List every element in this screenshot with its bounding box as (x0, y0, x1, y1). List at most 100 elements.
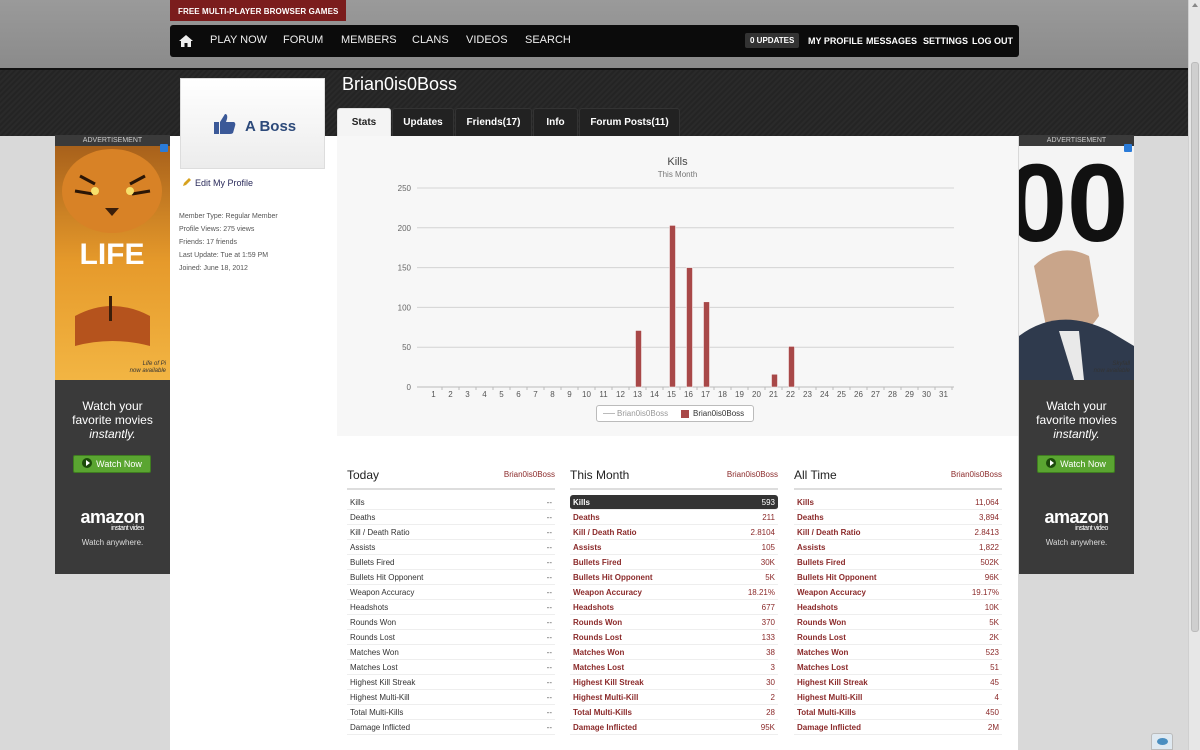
skyfall-poster[interactable]: 00 (1019, 146, 1134, 380)
stat-label: Kills (797, 498, 814, 507)
stat-value: 211 (762, 513, 775, 522)
stat-label: Bullets Hit Opponent (573, 573, 653, 582)
tab-info[interactable]: Info (533, 108, 578, 136)
amazon-logo[interactable]: amazon instant video (1019, 507, 1134, 532)
nav-forum[interactable]: FORUM (283, 25, 323, 57)
stat-value: -- (546, 618, 552, 627)
ad-info-icon[interactable] (1124, 144, 1132, 152)
x-tick-label: 3 (465, 390, 470, 399)
stat-row: Rounds Lost 2K (794, 630, 1002, 645)
stats-today-user[interactable]: Brian0is0Boss (504, 470, 555, 479)
stats-alltime-header: All Time Brian0is0Boss (794, 464, 1002, 490)
friends-count: Friends: 17 friends (179, 239, 237, 246)
ad-caption: Life of Pi now available (130, 361, 166, 375)
stat-label: Bullets Fired (797, 558, 846, 567)
x-tick-label: 7 (533, 390, 538, 399)
x-tick-label: 8 (550, 390, 555, 399)
legend-swatch-2 (681, 410, 689, 418)
ad-watch-line2: favorite movies (72, 413, 153, 427)
edit-profile-link[interactable]: Edit My Profile (182, 177, 253, 188)
home-icon[interactable] (178, 33, 194, 49)
tab-updates[interactable]: Updates (392, 108, 454, 136)
stat-row: Kill / Death Ratio 2.8413 (794, 525, 1002, 540)
scroll-up-icon[interactable] (1192, 3, 1198, 7)
stat-value: 30 (766, 678, 775, 687)
ad-tagline: Watch your favorite movies instantly. (1019, 399, 1134, 441)
legend-item-1[interactable]: Brian0is0Boss (617, 406, 668, 421)
stats-alltime-title: All Time (794, 468, 837, 482)
stat-value: -- (546, 558, 552, 567)
stats-month: This Month Brian0is0Boss Kills 593 Deaths 2… (570, 464, 778, 735)
stat-value: -- (546, 513, 552, 522)
updates-badge[interactable]: 0 UPDATES (745, 33, 800, 48)
nav-settings[interactable]: SETTINGS (923, 25, 968, 57)
nav-play-now[interactable]: PLAY NOW (210, 25, 267, 57)
stat-label: Headshots (573, 603, 614, 612)
stats-alltime-user[interactable]: Brian0is0Boss (951, 470, 1002, 479)
avatar[interactable]: A Boss (180, 78, 325, 169)
tab-stats[interactable]: Stats (337, 108, 391, 136)
x-tick-label: 20 (752, 390, 761, 399)
vertical-scrollbar[interactable] (1188, 0, 1200, 750)
stat-value: 19.17% (971, 588, 999, 597)
stat-row: Weapon Accuracy 18.21% (570, 585, 778, 600)
stat-label: Kills (350, 498, 365, 507)
ad-watch-line2: favorite movies (1036, 413, 1117, 427)
x-tick-label: 1 (431, 390, 436, 399)
stat-value: 1,822 (978, 543, 999, 552)
ad-info-icon[interactable] (160, 144, 168, 152)
stat-label: Damage Inflicted (350, 723, 411, 732)
stat-row: Weapon Accuracy 19.17% (794, 585, 1002, 600)
stats-month-user[interactable]: Brian0is0Boss (727, 470, 778, 479)
scrollbar-thumb[interactable] (1191, 62, 1199, 632)
nav-videos[interactable]: VIDEOS (466, 25, 508, 57)
site-tagline[interactable]: FREE MULTI-PLAYER BROWSER GAMES (170, 0, 347, 21)
stat-row: Highest Multi-Kill 4 (794, 690, 1002, 705)
bar (703, 301, 710, 388)
profile-views: Profile Views: 275 views (179, 226, 255, 233)
stat-row: Matches Won 523 (794, 645, 1002, 660)
right-advertisement[interactable]: ADVERTISEMENT 00 Skyfall now available Wa… (1019, 135, 1134, 574)
nav-messages[interactable]: MESSAGES (866, 25, 917, 57)
stat-label: Weapon Accuracy (350, 588, 415, 597)
stat-row: Deaths 211 (570, 510, 778, 525)
nav-members[interactable]: MEMBERS (341, 25, 397, 57)
stat-value: 133 (761, 633, 775, 642)
stat-value: -- (546, 693, 552, 702)
nav-my-profile[interactable]: MY PROFILE (808, 25, 863, 57)
stat-row: Rounds Won 370 (570, 615, 778, 630)
stat-label: Rounds Lost (797, 633, 846, 642)
left-advertisement[interactable]: ADVERTISEMENT LIFE Life of Pi now availab… (55, 135, 170, 574)
stat-value: -- (546, 528, 552, 537)
x-tick-label: 15 (667, 390, 676, 399)
stat-value: 51 (990, 663, 999, 672)
stat-value: 3 (770, 663, 775, 672)
life-of-pi-poster[interactable]: LIFE (55, 146, 170, 380)
stat-label: Highest Multi-Kill (350, 693, 410, 702)
nav-clans[interactable]: CLANS (412, 25, 449, 57)
stats-alltime: All Time Brian0is0Boss Kills 11,064 Deaths… (794, 464, 1002, 735)
stat-label: Total Multi-Kills (573, 708, 632, 717)
stat-value: 96K (984, 573, 999, 582)
tab-forum-posts[interactable]: Forum Posts(11) (579, 108, 680, 136)
stat-value: -- (546, 723, 552, 732)
nav-log-out[interactable]: LOG OUT (972, 25, 1013, 57)
watch-now-button[interactable]: Watch Now (1037, 455, 1115, 473)
chart-legend: Brian0is0Boss Brian0is0Boss (596, 405, 754, 422)
stat-row: Kills 11,064 (794, 495, 1002, 510)
amazon-logo[interactable]: amazon instant video (55, 507, 170, 532)
stat-value: -- (546, 498, 552, 507)
stat-row: Damage Inflicted 95K (570, 720, 778, 735)
tab-friends[interactable]: Friends(17) (455, 108, 532, 136)
legend-item-2[interactable]: Brian0is0Boss (693, 406, 744, 421)
stat-label: Damage Inflicted (573, 723, 638, 732)
stat-row: Highest Kill Streak -- (347, 675, 555, 690)
stat-label: Assists (573, 543, 602, 552)
stat-row: Bullets Hit Opponent 5K (570, 570, 778, 585)
stat-row: Matches Lost 3 (570, 660, 778, 675)
nav-search[interactable]: SEARCH (525, 25, 571, 57)
stat-value: 2 (770, 693, 775, 702)
watch-now-button[interactable]: Watch Now (73, 455, 151, 473)
chat-icon[interactable] (1151, 733, 1173, 750)
ad-label: ADVERTISEMENT (82, 137, 143, 144)
